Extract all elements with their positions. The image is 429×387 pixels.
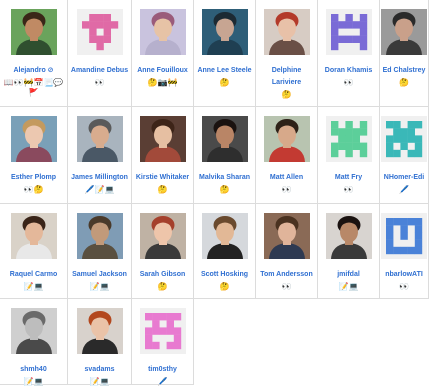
avatar[interactable] xyxy=(263,9,310,55)
contribution-type-icons: 📝💻 xyxy=(23,377,44,386)
contributor-name-link[interactable]: shmh40 xyxy=(1,364,66,376)
contribution-type-icons: 👀 xyxy=(343,185,354,194)
contributor-name-link[interactable]: Amandine Debus xyxy=(69,65,130,77)
contribution-type-icons: 📝💻 xyxy=(89,282,110,291)
avatar[interactable] xyxy=(10,116,57,162)
avatar[interactable] xyxy=(381,116,427,162)
avatar[interactable] xyxy=(381,213,427,259)
contributor-name-link[interactable]: Anne Lee Steele xyxy=(195,65,254,77)
contributor-name-link[interactable]: Samuel Jackson xyxy=(69,269,130,281)
contributor-card[interactable]: jmifdal 📝💻 xyxy=(318,204,380,299)
contributor-card[interactable]: tim0sthy 🖊️ xyxy=(132,299,194,386)
contributor-name-link[interactable]: Ed Chalstrey xyxy=(381,65,427,77)
contribution-type-icons: 🖊️ xyxy=(157,377,168,386)
contributor-card[interactable]: Matt Fry 👀 xyxy=(318,107,380,204)
avatar[interactable] xyxy=(76,213,123,259)
contribution-type-icons: 🤔 xyxy=(399,78,409,87)
contributor-name-link[interactable]: Malvika Sharan xyxy=(195,172,254,184)
avatar[interactable] xyxy=(325,213,372,259)
contributor-card[interactable]: Scott Hosking 🤔 xyxy=(194,204,256,299)
contributor-name-link[interactable]: Alejandro ⊘ xyxy=(1,65,66,77)
avatar[interactable] xyxy=(76,116,123,162)
avatar[interactable] xyxy=(381,9,427,55)
contribution-type-icons: 👀 xyxy=(343,78,354,87)
contribution-type-icons: 🤔 xyxy=(219,78,230,87)
avatar[interactable] xyxy=(139,213,186,259)
contributor-name-link[interactable]: Sarah Gibson xyxy=(133,269,192,281)
contribution-type-icons: 📖👀🚧📅📃💬🚩 xyxy=(3,78,64,97)
contribution-type-icons: 🤔 xyxy=(157,282,168,291)
contributor-card[interactable]: Matt Allen 👀 xyxy=(256,107,318,204)
contributor-card[interactable]: Amandine Debus 👀 xyxy=(68,0,132,107)
avatar[interactable] xyxy=(201,116,248,162)
contributor-card[interactable]: nbarlowATI 👀 xyxy=(380,204,429,299)
avatar[interactable] xyxy=(76,9,123,55)
contributor-name-link[interactable]: Doran Khamis xyxy=(319,65,378,77)
contributor-card[interactable]: Tom Andersson 👀 xyxy=(256,204,318,299)
contribution-type-icons: 👀 xyxy=(281,185,292,194)
contributor-name-link[interactable]: Delphine Lariviere xyxy=(257,65,316,89)
contributor-name-link[interactable]: jmifdal xyxy=(319,269,378,281)
contributor-card[interactable]: Sarah Gibson 🤔 xyxy=(132,204,194,299)
contributor-name-link[interactable]: James Millington xyxy=(69,172,130,184)
avatar[interactable] xyxy=(10,213,57,259)
contributor-name-link[interactable]: Esther Plomp xyxy=(1,172,66,184)
avatar[interactable] xyxy=(263,213,310,259)
avatar[interactable] xyxy=(76,308,123,354)
contributor-card[interactable]: Delphine Lariviere 🤔 xyxy=(256,0,318,107)
contribution-type-icons: 🤔 xyxy=(281,90,292,99)
contributor-name-link[interactable]: Anne Fouilloux xyxy=(133,65,192,77)
contribution-type-icons: 📝💻 xyxy=(338,282,359,291)
contribution-type-icons: 👀 xyxy=(399,282,409,291)
contribution-type-icons: 🤔 xyxy=(219,282,230,291)
contributor-name-link[interactable]: Scott Hosking xyxy=(195,269,254,281)
contribution-type-icons: 🤔 xyxy=(157,185,168,194)
contributor-card[interactable]: svadams 📝💻 xyxy=(68,299,132,386)
avatar[interactable] xyxy=(325,9,372,55)
contributor-card[interactable]: Esther Plomp 👀🤔 xyxy=(0,107,68,204)
contribution-type-icons: 🤔 xyxy=(219,185,230,194)
contributor-card[interactable]: Alejandro ⊘ 📖👀🚧📅📃💬🚩 xyxy=(0,0,68,107)
avatar[interactable] xyxy=(201,213,248,259)
contributor-name-link[interactable]: svadams xyxy=(69,364,130,376)
contribution-type-icons: 👀 xyxy=(94,78,105,87)
contributor-card[interactable]: NHomer-Edi 🖊️ xyxy=(380,107,429,204)
avatar[interactable] xyxy=(139,9,186,55)
avatar[interactable] xyxy=(139,308,186,354)
avatar[interactable] xyxy=(10,9,57,55)
avatar[interactable] xyxy=(139,116,186,162)
contributor-card[interactable]: Ed Chalstrey 🤔 xyxy=(380,0,429,107)
avatar[interactable] xyxy=(201,9,248,55)
contributor-card[interactable]: Samuel Jackson 📝💻 xyxy=(68,204,132,299)
contributor-card[interactable]: Raquel Carmo 📝💻 xyxy=(0,204,68,299)
contributor-card[interactable]: shmh40 📝💻 xyxy=(0,299,68,386)
contributor-name-link[interactable]: Kirstie Whitaker xyxy=(133,172,192,184)
contributor-card[interactable]: Doran Khamis 👀 xyxy=(318,0,380,107)
contributor-name-link[interactable]: Raquel Carmo xyxy=(1,269,66,281)
contributor-card[interactable]: Anne Lee Steele 🤔 xyxy=(194,0,256,107)
contribution-type-icons: 👀 xyxy=(281,282,292,291)
contribution-type-icons: 🖊️📝💻 xyxy=(84,185,115,194)
contributor-name-link[interactable]: nbarlowATI xyxy=(381,269,427,281)
contributor-name-link[interactable]: Matt Fry xyxy=(319,172,378,184)
contribution-type-icons: 🤔📷🚧 xyxy=(147,78,178,87)
contributor-card[interactable]: James Millington 🖊️📝💻 xyxy=(68,107,132,204)
contribution-type-icons: 📝💻 xyxy=(89,377,110,386)
avatar[interactable] xyxy=(325,116,372,162)
contribution-type-icons: 🖊️ xyxy=(399,185,409,194)
contributor-card[interactable]: Anne Fouilloux 🤔📷🚧 xyxy=(132,0,194,107)
contributor-card[interactable]: Kirstie Whitaker 🤔 xyxy=(132,107,194,204)
contributor-name-link[interactable]: tim0sthy xyxy=(133,364,192,376)
contribution-type-icons: 📝💻 xyxy=(23,282,44,291)
contributor-name-link[interactable]: Tom Andersson xyxy=(257,269,316,281)
contribution-type-icons: 👀🤔 xyxy=(23,185,44,194)
contributors-grid: Alejandro ⊘ 📖👀🚧📅📃💬🚩 Amandine Debus 👀 Anne Fo… xyxy=(0,0,429,386)
contributor-name-link[interactable]: Matt Allen xyxy=(257,172,316,184)
contributor-name-link[interactable]: NHomer-Edi xyxy=(381,172,427,184)
avatar[interactable] xyxy=(263,116,310,162)
contributor-card[interactable]: Malvika Sharan 🤔 xyxy=(194,107,256,204)
avatar[interactable] xyxy=(10,308,57,354)
